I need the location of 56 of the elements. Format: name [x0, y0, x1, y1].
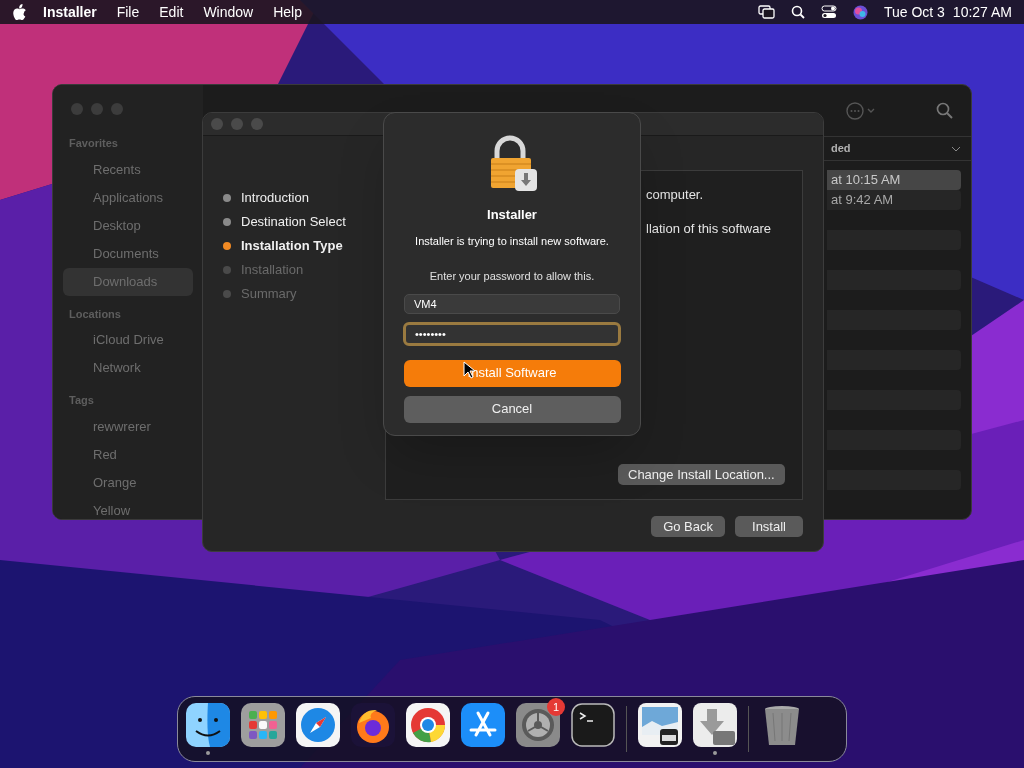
sidebar-heading: Favorites	[68, 136, 119, 151]
sidebar-heading: Locations	[68, 306, 122, 322]
menu-item[interactable]: Window	[203, 1, 254, 23]
app-menu[interactable]: Installer	[43, 1, 97, 23]
footer-button[interactable]: Go Back	[651, 516, 725, 537]
step-label: Summary	[241, 285, 297, 304]
footer-button[interactable]: Install	[735, 516, 803, 537]
toggles-icon[interactable]	[820, 5, 837, 19]
finder-icon[interactable]	[186, 703, 230, 747]
step-label: Installation	[241, 261, 304, 280]
column-header[interactable]: ded	[831, 140, 851, 157]
dialog-message: Installer is trying to install new software.	[415, 233, 609, 249]
menu-bar-date[interactable]: Tue Oct 3	[883, 1, 945, 23]
body-text: llation of this software	[646, 219, 772, 238]
sidebar-item[interactable]: Documents	[63, 239, 193, 268]
menu-item[interactable]: Edit	[159, 1, 184, 23]
sidebar-item[interactable]: Yellow	[63, 496, 193, 519]
apple-icon[interactable]	[12, 3, 27, 21]
sidebar-item[interactable]: iCloud Drive	[63, 326, 193, 354]
siri-icon[interactable]	[852, 4, 868, 20]
sidebar-item[interactable]: Applications	[63, 183, 193, 212]
installer-icon[interactable]	[693, 703, 737, 747]
menu-bar-time[interactable]: 10:27 AM	[952, 1, 1012, 23]
menu-item[interactable]: Help	[273, 1, 302, 23]
search-icon[interactable]	[790, 5, 805, 19]
dialog-button[interactable]: Cancel	[403, 395, 621, 423]
compass-icon[interactable]	[296, 703, 340, 747]
dialog-title: Installer	[487, 206, 537, 224]
app-store-icon[interactable]	[461, 703, 505, 747]
chevron-down-icon[interactable]	[951, 145, 961, 152]
file-row[interactable]: at 10:15 AM	[827, 170, 961, 190]
notification-badge: 1	[547, 698, 565, 716]
chrome-icon[interactable]	[406, 703, 450, 747]
body-text: computer.	[646, 186, 705, 204]
screen-mirroring-icon[interactable]	[757, 5, 775, 19]
fox-globe-icon[interactable]	[351, 703, 395, 747]
sidebar-item[interactable]: Network	[63, 354, 193, 382]
dialog-prompt: Enter your password to allow this.	[429, 269, 595, 284]
preview-icon[interactable]	[638, 703, 682, 747]
sidebar-item[interactable]: Orange	[63, 468, 193, 497]
step-label: Introduction	[241, 189, 309, 208]
change-location-button[interactable]: Change Install Location...	[618, 464, 785, 485]
sidebar-heading: Tags	[68, 393, 95, 408]
step-label: Installation Type	[241, 237, 343, 256]
username-field[interactable]: VM4	[404, 293, 620, 314]
sidebar-item[interactable]: rewwrerer	[63, 412, 193, 441]
password-field[interactable]: ••••••••	[403, 321, 621, 346]
terminal-icon[interactable]	[571, 703, 615, 747]
gear-icon[interactable]	[516, 703, 560, 747]
step-label: Destination Select	[241, 213, 346, 232]
sidebar-item[interactable]: Red	[63, 440, 193, 469]
menu-item[interactable]: File	[116, 1, 140, 23]
sidebar-item[interactable]: Desktop	[63, 211, 193, 240]
file-row[interactable]: at 9:42 AM	[827, 190, 961, 210]
sidebar-item[interactable]: Recents	[63, 155, 193, 184]
launchpad-icon[interactable]	[241, 703, 285, 747]
